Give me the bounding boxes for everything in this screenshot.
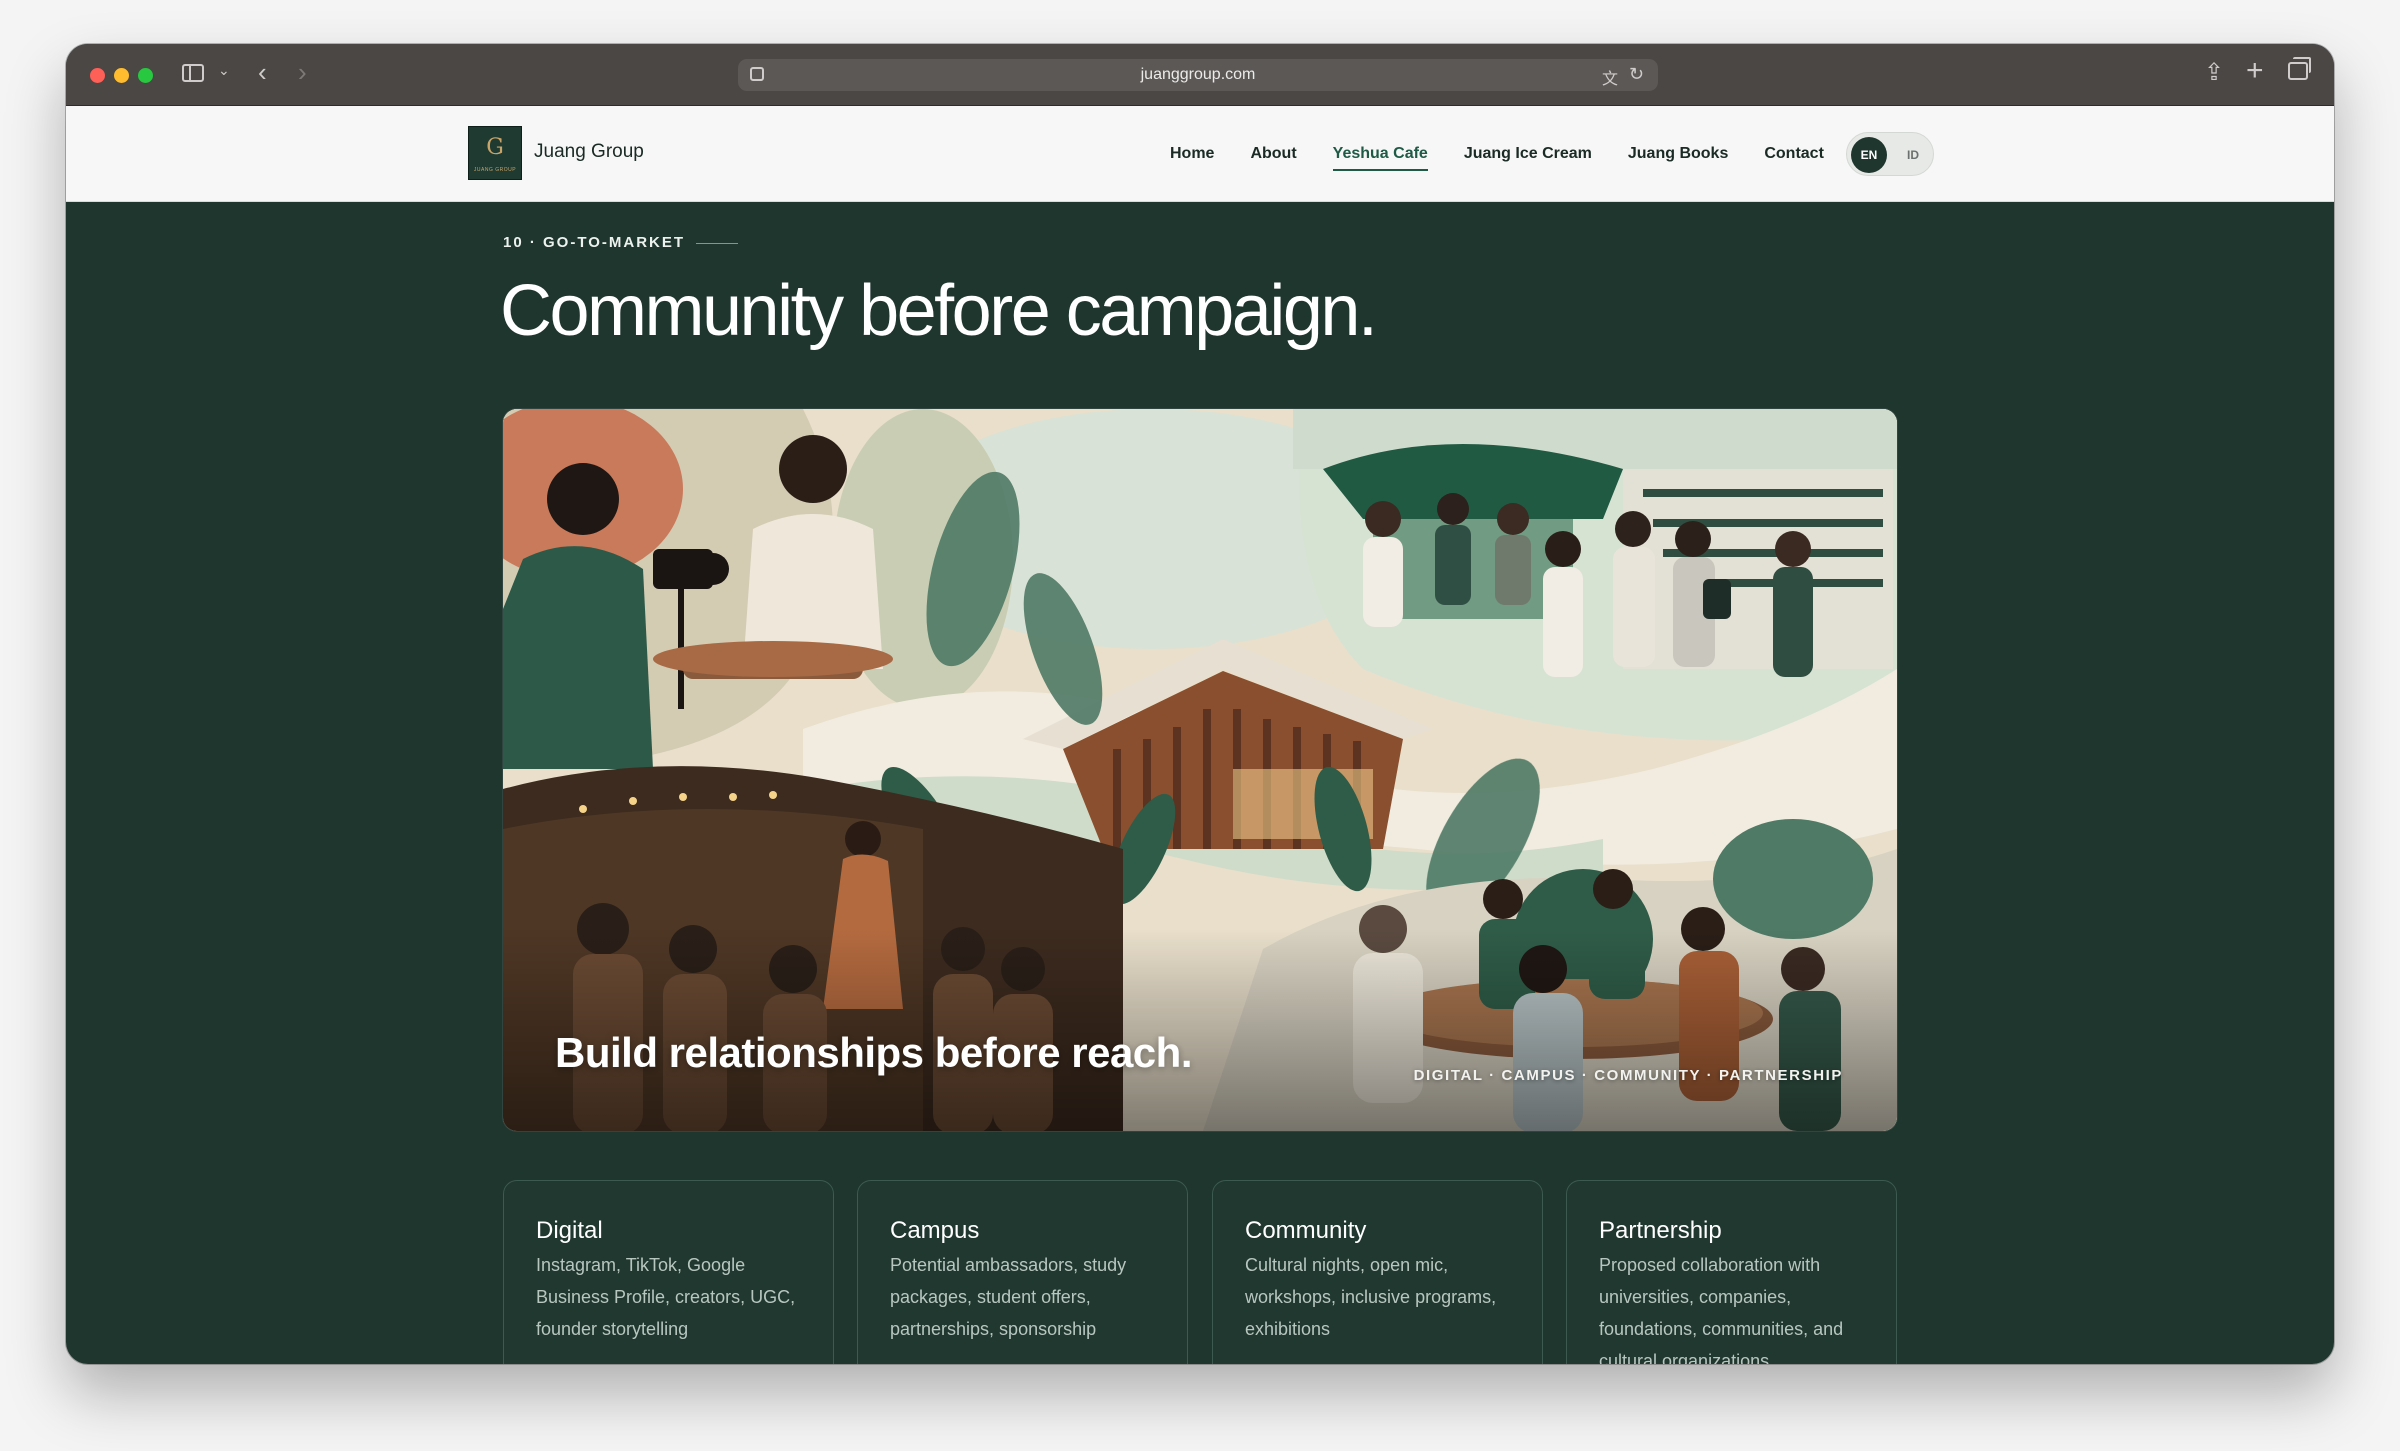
translate-icon[interactable]: 文: [1602, 65, 1618, 89]
nav-juang-books[interactable]: Juang Books: [1628, 139, 1728, 169]
card-title: Campus: [890, 1217, 980, 1244]
brand-name[interactable]: Juang Group: [534, 141, 644, 163]
card-campus: Campus Potential ambassadors, study pack…: [857, 1180, 1188, 1364]
share-icon[interactable]: ⇪: [2204, 58, 2224, 87]
card-title: Partnership: [1599, 1217, 1722, 1244]
close-window-button[interactable]: [90, 68, 105, 83]
url-text[interactable]: juanggroup.com: [738, 59, 1658, 91]
logo-subtext: JUANG GROUP: [473, 167, 517, 173]
main-nav: Home About Yeshua Cafe Juang Ice Cream J…: [1170, 130, 1824, 178]
back-icon[interactable]: ‹: [258, 57, 267, 88]
tab-overview-icon[interactable]: [2288, 57, 2311, 80]
logo[interactable]: G JUANG GROUP: [468, 126, 522, 180]
site-header: G JUANG GROUP Juang Group Home About Yes…: [66, 106, 2334, 202]
browser-toolbar: ⌄ ‹ › juanggroup.com 文 ↻ ⇪ +: [66, 44, 2334, 106]
nav-about[interactable]: About: [1250, 139, 1296, 169]
hero-tags: DIGITAL · CAMPUS · COMMUNITY · PARTNERSH…: [1413, 1067, 1843, 1084]
section-label: 10 · GO-TO-MARKET: [503, 234, 686, 251]
card-body: Instagram, TikTok, Google Business Profi…: [536, 1255, 796, 1339]
lang-en-button[interactable]: EN: [1851, 137, 1887, 173]
logo-glyph: G: [486, 135, 504, 160]
card-title: Digital: [536, 1217, 603, 1244]
card-body: Potential ambassadors, study packages, s…: [890, 1255, 1127, 1339]
card-digital: Digital Instagram, TikTok, Google Busine…: [503, 1180, 834, 1364]
address-bar[interactable]: juanggroup.com 文 ↻: [738, 59, 1658, 91]
lang-id-button[interactable]: ID: [1899, 137, 1927, 173]
browser-window: ⌄ ‹ › juanggroup.com 文 ↻ ⇪ + G JUANG GRO…: [66, 44, 2334, 1364]
card-body: Cultural nights, open mic, workshops, in…: [1245, 1255, 1497, 1339]
nav-yeshua-cafe[interactable]: Yeshua Cafe: [1332, 139, 1428, 171]
zoom-window-button[interactable]: [138, 68, 153, 83]
section-divider: [696, 243, 738, 244]
chevron-down-icon[interactable]: ⌄: [218, 62, 230, 79]
sidebar-toggle-icon[interactable]: [182, 64, 204, 82]
page-title: Community before campaign.: [500, 271, 1378, 351]
card-title: Community: [1245, 1217, 1367, 1244]
reload-icon[interactable]: ↻: [1629, 64, 1644, 85]
forward-icon[interactable]: ›: [298, 57, 307, 88]
card-body: Proposed collaboration with universities…: [1599, 1255, 1844, 1364]
nav-home[interactable]: Home: [1170, 139, 1214, 169]
hero-illustration: Build relationships before reach. DIGITA…: [503, 409, 1897, 1131]
minimize-window-button[interactable]: [114, 68, 129, 83]
new-tab-icon[interactable]: +: [2246, 54, 2264, 88]
card-community: Community Cultural nights, open mic, wor…: [1212, 1180, 1543, 1364]
nav-juang-ice-cream[interactable]: Juang Ice Cream: [1464, 139, 1592, 169]
hero-caption: Build relationships before reach.: [555, 1029, 1192, 1076]
nav-contact[interactable]: Contact: [1764, 139, 1824, 169]
channel-cards: Digital Instagram, TikTok, Google Busine…: [503, 1180, 1897, 1364]
hero-artwork: [503, 409, 1897, 1131]
card-partnership: Partnership Proposed collaboration with …: [1566, 1180, 1897, 1364]
language-toggle[interactable]: EN ID: [1846, 132, 1934, 176]
